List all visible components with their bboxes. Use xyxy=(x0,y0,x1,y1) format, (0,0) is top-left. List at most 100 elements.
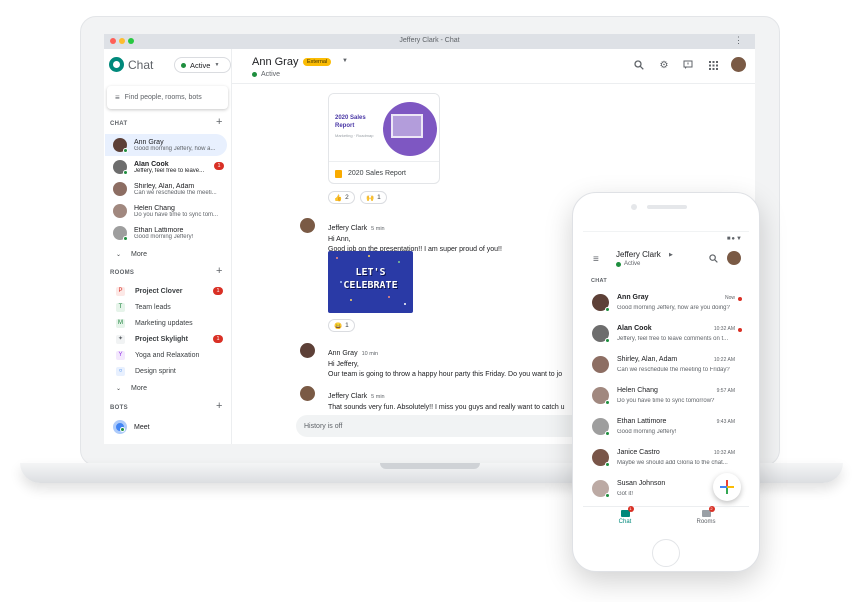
nav-tab-rooms[interactable]: 2 Rooms xyxy=(681,506,731,525)
search-icon: ≡ xyxy=(115,93,120,102)
message-text: That sounds very fun. Absolutely!! I mis… xyxy=(328,404,565,411)
apps-grid-icon[interactable] xyxy=(706,58,720,72)
thumb-image xyxy=(391,114,423,138)
dm-item[interactable]: Alan Cook Jeffery, feel free to leave... … xyxy=(105,156,227,178)
caret-down-icon[interactable]: ▼ xyxy=(342,58,348,64)
bot-item[interactable]: Meet xyxy=(105,416,227,438)
dm-preview: Good morning Jeffery! xyxy=(134,233,194,240)
phone-home-button[interactable] xyxy=(652,539,680,567)
chat-name: Alan Cook xyxy=(617,325,652,332)
room-item[interactable]: P Project Clover 1 xyxy=(116,284,226,299)
feedback-icon[interactable] xyxy=(681,58,695,72)
sender-name: Ann Gray xyxy=(328,350,358,357)
laptop-notch xyxy=(380,463,480,469)
account-avatar[interactable] xyxy=(727,251,741,265)
reaction-chip[interactable]: 😄 1 xyxy=(328,319,355,332)
chat-preview: Maybe we should add Gloria to the chat..… xyxy=(617,460,728,466)
room-item[interactable]: ○ Design sprint xyxy=(116,364,226,379)
meet-bot-icon xyxy=(113,420,127,434)
active-dot-icon xyxy=(616,261,621,267)
room-item[interactable]: T Team leads xyxy=(116,300,226,315)
attachment-card[interactable]: 2020 Sales Report Marketing · Roadmap 202… xyxy=(328,93,440,184)
status-label: Active xyxy=(190,60,211,70)
conversation-title[interactable]: Ann Gray xyxy=(252,56,298,68)
message: Jeffery Clark 5 min That sounds very fun.… xyxy=(300,385,565,413)
header-divider xyxy=(232,83,755,84)
active-dot-icon xyxy=(181,62,186,68)
mobile-user-name[interactable]: Jeffery Clark xyxy=(616,250,661,259)
rooms-more-button[interactable]: ⌄ More xyxy=(116,385,147,392)
room-icon: Y xyxy=(116,351,125,360)
chat-name: Janice Castro xyxy=(617,449,660,456)
account-avatar[interactable] xyxy=(731,57,746,72)
reaction-chip[interactable]: 👍 2 xyxy=(328,191,355,204)
caret-right-icon[interactable]: ▶ xyxy=(669,252,673,258)
search-input[interactable]: ≡ Find people, rooms, bots xyxy=(107,86,228,109)
dm-preview: Can we reschedule the meeti... xyxy=(134,189,217,196)
chat-preview: Good morning Jeffery, how are you doing? xyxy=(617,305,730,311)
message: Ann Gray 10 min Hi Jeffery, Our team is g… xyxy=(300,342,563,380)
unread-badge: 1 xyxy=(213,335,223,343)
unread-badge: 1 xyxy=(214,162,224,170)
bottom-navigation: 1 Chat 2 Rooms xyxy=(583,506,749,531)
chat-time: 9:57 AM xyxy=(716,388,735,394)
sender-avatar xyxy=(300,343,315,358)
compose-placeholder: History is off xyxy=(304,422,343,430)
room-item[interactable]: M Marketing updates xyxy=(116,316,226,331)
app-name: Chat xyxy=(128,57,154,72)
room-item[interactable]: Y Yoga and Relaxation xyxy=(116,348,226,363)
mobile-chat-item[interactable]: Helen Chang Do you have time to sync tom… xyxy=(583,382,749,413)
message-text: Our team is going to throw a happy hour … xyxy=(328,371,563,378)
nav-label: Chat xyxy=(618,519,632,525)
mobile-chat-item[interactable]: Alan Cook Jeffery, feel free to leave co… xyxy=(583,320,749,351)
mobile-chat-item[interactable]: Ann Gray Good morning Jeffery, how are y… xyxy=(583,289,749,320)
search-icon[interactable] xyxy=(707,252,719,264)
chat-bubble-icon: 1 xyxy=(620,506,634,517)
attachment-file-name: 2020 Sales Report xyxy=(348,170,406,177)
reaction-chip[interactable]: 🙌 1 xyxy=(360,191,387,204)
dm-name: Helen Chang xyxy=(134,204,175,212)
smile-emoji: 😄 xyxy=(334,322,343,330)
nav-tab-chat[interactable]: 1 Chat xyxy=(600,506,650,525)
new-room-plus-icon[interactable]: + xyxy=(216,265,222,277)
dm-more-button[interactable]: ⌄ More xyxy=(116,251,147,258)
mobile-user-status: Active xyxy=(616,261,640,267)
message-compose-input[interactable]: History is off xyxy=(296,415,586,437)
room-item[interactable]: ✦ Project Skylight 1 xyxy=(116,332,226,347)
signal-battery-icon: ■●▼ xyxy=(726,236,743,242)
dm-item[interactable]: Shirley, Alan, Adam Can we reschedule the… xyxy=(105,178,227,200)
avatar xyxy=(113,226,128,241)
avatar xyxy=(113,204,127,218)
chevron-down-icon: ▼ xyxy=(214,62,220,68)
mobile-chat-item[interactable]: Ethan Lattimore Good morning Jeffery! 9:… xyxy=(583,413,749,444)
sender-name: Jeffery Clark xyxy=(328,225,368,232)
new-chat-fab-button[interactable] xyxy=(713,473,741,501)
hamburger-menu-icon[interactable]: ≡ xyxy=(593,254,599,265)
room-name: Project Skylight xyxy=(135,336,188,343)
dm-item[interactable]: Ann Gray Good morning Jeffery, how a... xyxy=(105,134,227,156)
chat-time: Now xyxy=(724,295,735,301)
dm-item[interactable]: Helen Chang Do you have time to sync tom.… xyxy=(105,200,227,222)
mobile-chat-item[interactable]: Shirley, Alan, Adam Can we reschedule th… xyxy=(583,351,749,382)
mobile-chat-item[interactable]: Janice Castro Maybe we should add Gloria… xyxy=(583,444,749,475)
mobile-status-text: Active xyxy=(624,261,641,267)
search-icon[interactable] xyxy=(632,58,646,72)
dm-preview: Good morning Jeffery, how a... xyxy=(134,145,216,152)
message-time: 10 min xyxy=(361,351,379,357)
reaction-count: 2 xyxy=(345,194,349,201)
reaction-count: 1 xyxy=(377,194,381,201)
add-bot-plus-icon[interactable]: + xyxy=(216,400,222,412)
gif-text-line2: CELEBRATE xyxy=(343,280,398,291)
window-titlebar: Jeffery Clark - Chat ⋮ xyxy=(104,34,755,49)
chat-time: 10:22 AM xyxy=(713,357,735,363)
window-menu-icon[interactable]: ⋮ xyxy=(734,35,743,46)
new-chat-plus-icon[interactable]: + xyxy=(216,116,222,128)
thumb-subtitle: Marketing · Roadmap xyxy=(335,133,374,138)
app-logo: Chat xyxy=(109,57,153,72)
settings-gear-icon[interactable]: ⚙ xyxy=(657,58,671,72)
status-selector[interactable]: Active ▼ xyxy=(174,57,231,73)
room-name: Yoga and Relaxation xyxy=(135,352,200,359)
attachment-thumbnail: 2020 Sales Report Marketing · Roadmap xyxy=(329,94,439,160)
dm-item[interactable]: Ethan Lattimore Good morning Jeffery! xyxy=(105,222,227,244)
message-time: 5 min xyxy=(371,226,385,232)
